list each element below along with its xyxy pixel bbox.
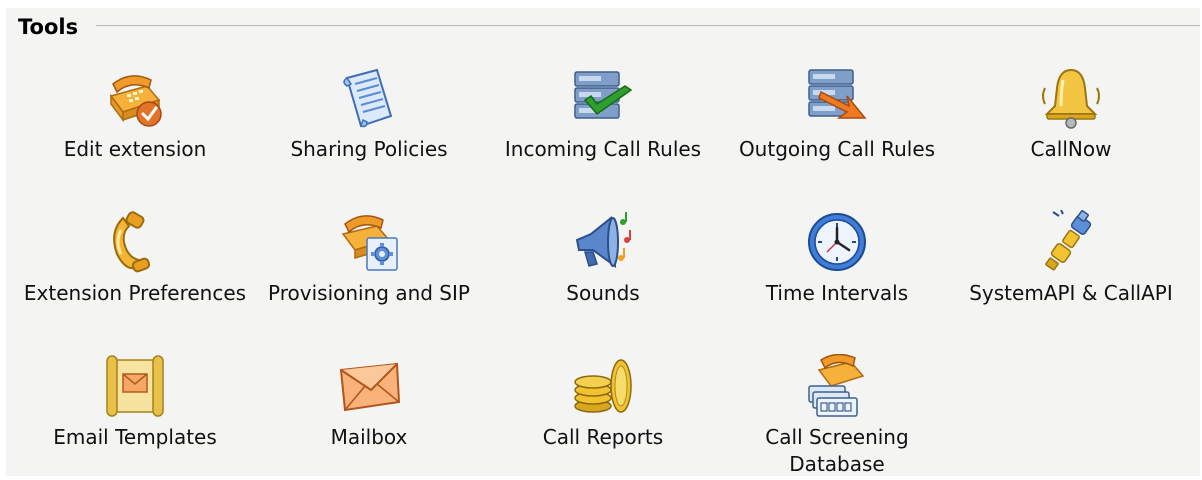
tool-incoming-call-rules[interactable]: Incoming Call Rules xyxy=(486,66,720,163)
tool-systemapi-callapi[interactable]: SystemAPI & CallAPI xyxy=(954,210,1188,307)
tool-label: Outgoing Call Rules xyxy=(738,137,936,161)
tool-call-screening-database[interactable]: Call Screening Database xyxy=(720,354,954,478)
section-title: Tools xyxy=(18,15,79,39)
tool-provisioning-and-sip[interactable]: Provisioning and SIP xyxy=(252,210,486,307)
tool-label: SystemAPI & CallAPI xyxy=(969,281,1173,305)
tool-email-templates[interactable]: Email Templates xyxy=(18,354,252,451)
header-divider xyxy=(96,25,1200,26)
tool-label: Call Reports xyxy=(542,425,664,449)
call-screening-database-icon xyxy=(808,354,865,417)
tool-label: Call Screening Database xyxy=(765,425,909,476)
outgoing-call-rules-icon xyxy=(808,69,867,119)
tool-edit-extension[interactable]: Edit extension xyxy=(18,66,252,163)
tool-mailbox[interactable]: Mailbox xyxy=(252,354,486,451)
provisioning-sip-icon xyxy=(341,215,398,271)
tools-panel: Tools Edit extension Sharing Policies In… xyxy=(6,8,1200,476)
call-reports-icon xyxy=(574,359,632,413)
sharing-policies-icon xyxy=(343,68,393,128)
time-intervals-icon xyxy=(808,213,866,271)
tool-outgoing-call-rules[interactable]: Outgoing Call Rules xyxy=(720,66,954,163)
tool-label: Provisioning and SIP xyxy=(268,281,470,305)
tool-sounds[interactable]: Sounds xyxy=(486,210,720,307)
mailbox-icon xyxy=(339,362,401,412)
edit-extension-icon xyxy=(109,75,162,127)
section-header: Tools xyxy=(6,8,1200,44)
tool-sharing-policies[interactable]: Sharing Policies xyxy=(252,66,486,163)
tool-label: Email Templates xyxy=(53,425,217,449)
tool-label: Edit extension xyxy=(63,137,207,161)
tool-time-intervals[interactable]: Time Intervals xyxy=(720,210,954,307)
incoming-call-rules-icon xyxy=(574,71,633,119)
extension-preferences-icon xyxy=(113,211,151,273)
tool-label: Incoming Call Rules xyxy=(504,137,702,161)
tool-label: Mailbox xyxy=(330,425,408,449)
email-templates-icon xyxy=(106,355,164,417)
tool-label: Extension Preferences xyxy=(23,281,247,305)
tool-callnow[interactable]: CallNow xyxy=(954,66,1188,163)
tool-label: Time Intervals xyxy=(765,281,909,305)
callnow-bell-icon xyxy=(1042,68,1100,129)
tool-call-reports[interactable]: Call Reports xyxy=(486,354,720,451)
system-api-icon xyxy=(1045,210,1092,271)
tool-label: Sharing Policies xyxy=(290,137,448,161)
tool-label: CallNow xyxy=(1030,137,1112,161)
tool-label: Sounds xyxy=(566,281,640,305)
sounds-icon xyxy=(575,212,631,269)
tool-extension-preferences[interactable]: Extension Preferences xyxy=(18,210,252,307)
